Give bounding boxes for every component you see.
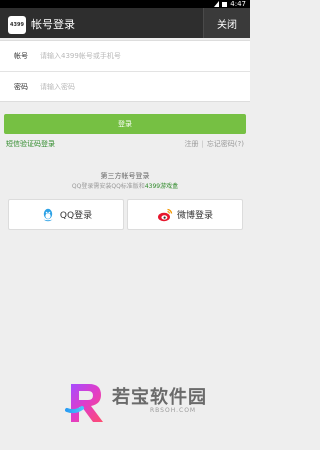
forgot-password-link[interactable]: 忘记密码(?): [207, 140, 244, 148]
login-form: 帐号 密码: [0, 40, 250, 102]
weibo-login-label: 微博登录: [176, 211, 213, 221]
third-party-title: 第三方帐号登录: [100, 172, 150, 180]
link-separator: |: [201, 140, 204, 148]
qq-login-button[interactable]: QQ登录: [8, 199, 124, 230]
app-logo-text: 4399: [10, 22, 24, 28]
title-bar: 4399 帐号登录 关闭: [0, 8, 250, 38]
watermark: 若宝软件园 RBSOH.COM: [0, 358, 250, 450]
account-row: 帐号: [0, 41, 250, 71]
game-box-link[interactable]: 4399游戏盒: [145, 183, 178, 190]
register-link[interactable]: 注册: [184, 140, 198, 148]
weibo-login-button[interactable]: 微博登录: [127, 199, 243, 230]
account-input[interactable]: [40, 46, 240, 66]
tip-prefix: QQ登录需安装QQ标准版和: [71, 183, 145, 190]
watermark-logo-icon: [65, 384, 103, 422]
close-button[interactable]: 关闭: [203, 8, 250, 38]
weibo-icon: [157, 208, 173, 221]
watermark-url: RBSOH.COM: [150, 407, 197, 414]
password-input[interactable]: [40, 77, 240, 97]
password-label: 密码: [14, 83, 28, 91]
qq-penguin-icon: [43, 208, 53, 221]
signal-battery-icon: [214, 1, 227, 7]
login-button[interactable]: 登录: [4, 114, 246, 134]
page-title: 帐号登录: [31, 18, 75, 31]
close-button-label: 关闭: [217, 19, 237, 31]
qq-login-label: QQ登录: [59, 211, 93, 221]
status-bar: 4:47: [0, 0, 250, 8]
login-button-label: 登录: [118, 120, 132, 128]
app-logo-icon: 4399: [8, 16, 26, 34]
password-row: 密码: [0, 71, 250, 102]
account-label: 帐号: [14, 52, 28, 60]
sms-login-link[interactable]: 短信验证码登录: [6, 139, 55, 149]
watermark-name: 若宝软件园: [112, 387, 207, 408]
third-party-tip: QQ登录需安装QQ标准版和4399游戏盒: [0, 182, 250, 192]
account-links: 注册 | 忘记密码(?): [184, 139, 244, 149]
